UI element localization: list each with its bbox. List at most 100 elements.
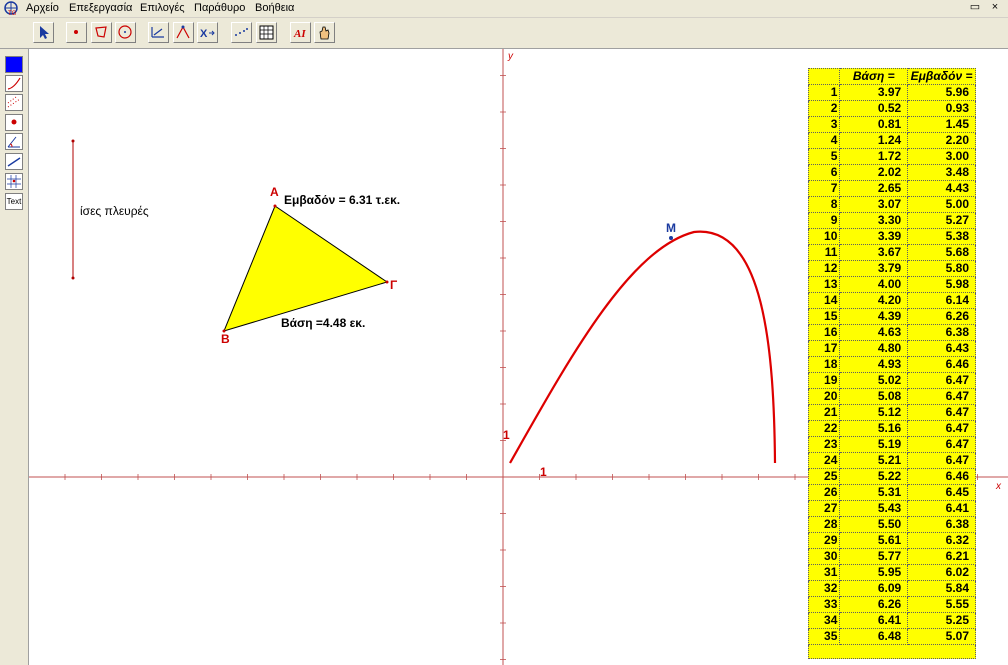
area-value: 6.47 [907,404,976,421]
row-index: 8 [807,196,841,213]
measure-icon [151,27,164,38]
table-row: 16 4.63 6.38 [807,324,976,341]
measure-tool-button[interactable] [148,22,169,43]
table-row: 17 4.80 6.43 [807,340,976,357]
area-value: 6.32 [907,532,976,549]
base-value: 3.07 [839,196,909,213]
base-value: 5.50 [839,516,909,533]
menu-edit[interactable]: Επεξεργασία [69,2,132,14]
base-value: 4.93 [839,356,909,373]
menu-bar: TG Αρχείο Επεξεργασία Επιλογές Παράθυρο … [0,0,1008,18]
transform-tool-button[interactable]: X [197,22,218,43]
vertex-g[interactable] [385,280,389,284]
angle-tool-button[interactable] [5,133,23,150]
area-value: 5.27 [907,212,976,229]
table-row: 30 5.77 6.21 [807,548,976,565]
point-m[interactable] [669,236,673,240]
vertex-a[interactable] [273,204,277,208]
table-row: 34 6.41 5.25 [807,612,976,629]
row-index: 29 [807,532,841,549]
row-index: 23 [807,436,841,453]
close-window-button[interactable]: × [988,1,1002,14]
base-value: 6.48 [839,628,909,645]
table-row: 13 4.00 5.98 [807,276,976,293]
table-row: 1 3.97 5.96 [807,84,976,101]
row-index: 32 [807,580,841,597]
table-row: 14 4.20 6.14 [807,292,976,309]
row-index: 2 [807,100,841,117]
area-value: 5.80 [907,260,976,277]
restore-window-button[interactable]: ▭ [968,1,982,14]
area-value: 3.00 [907,148,976,165]
polygon-tool-button[interactable] [91,22,112,43]
table-row: 4 1.24 2.20 [807,132,976,149]
dotted-tool-button[interactable] [5,94,23,111]
vertex-g-label: Γ [390,278,398,292]
line-tool-button[interactable] [5,153,23,170]
segment-endpoint-top [71,139,75,143]
area-value: 5.25 [907,612,976,629]
curve-tool-button[interactable] [5,75,23,92]
table-tool-button[interactable] [256,22,277,43]
area-value: 6.41 [907,500,976,517]
base-value: 5.61 [839,532,909,549]
base-value: 0.81 [839,116,909,133]
row-index: 28 [807,516,841,533]
base-value: 6.41 [839,612,909,629]
table-row: 10 3.39 5.38 [807,228,976,245]
point-m-label: Μ [666,221,676,235]
equal-sides-label: ίσες πλευρές [80,204,149,218]
select-tool-button[interactable] [33,22,54,43]
polygon-icon [95,26,107,38]
row-index: 20 [807,388,841,405]
row-index: 5 [807,148,841,165]
triangle[interactable] [223,205,389,332]
index-header [807,68,841,85]
menu-window[interactable]: Παράθυρο [194,2,245,14]
area-value: 5.07 [907,628,976,645]
base-value: 5.19 [839,436,909,453]
point-tool-button[interactable] [66,22,87,43]
x-unit-label: 1 [540,465,547,479]
menu-options[interactable]: Επιλογές [140,2,185,14]
color-blue-button[interactable] [5,56,23,73]
area-value: 5.00 [907,196,976,213]
table-row: 33 6.26 5.55 [807,596,976,613]
base-value: 4.39 [839,308,909,325]
dotted-icon [7,96,21,108]
table-row: 22 5.16 6.47 [807,420,976,437]
area-value: 6.02 [907,564,976,581]
dots-icon [235,28,248,36]
area-value: 6.47 [907,436,976,453]
circle-tool-button[interactable] [115,22,136,43]
menu-help[interactable]: Βοήθεια [255,2,294,14]
row-index: 24 [807,452,841,469]
point-style-button[interactable] [5,114,23,131]
app-logo-icon: TG [4,1,18,16]
locus-tool-button[interactable] [173,22,194,43]
grid-tool-button[interactable] [5,173,23,190]
hand-tool-button[interactable] [314,22,335,43]
grid-icon [7,175,21,188]
locus-icon [176,25,190,39]
text-tool-button[interactable]: Text [5,193,23,210]
menu-file[interactable]: Αρχείο [26,2,59,14]
row-index: 33 [807,596,841,613]
row-index: 16 [807,324,841,341]
hand-icon [319,26,330,40]
y-axis-label: y [508,51,513,62]
table-row: 6 2.02 3.48 [807,164,976,181]
row-index: 17 [807,340,841,357]
line-icon [7,157,21,167]
base-value: 5.95 [839,564,909,581]
text-label-tool-button[interactable]: AI [290,22,311,43]
table-row: 25 5.22 6.46 [807,468,976,485]
area-value: 1.45 [907,116,976,133]
table-row: 12 3.79 5.80 [807,260,976,277]
window-controls: ▭ × [964,1,1004,15]
locus-curve[interactable] [509,230,777,464]
base-value: 3.79 [839,260,909,277]
dots-tool-button[interactable] [231,22,252,43]
base-value: 5.77 [839,548,909,565]
data-table[interactable]: Βάση = Εμβαδόν = 1 3.97 5.96 2 0.52 0.93 3 0.81… [807,68,976,645]
